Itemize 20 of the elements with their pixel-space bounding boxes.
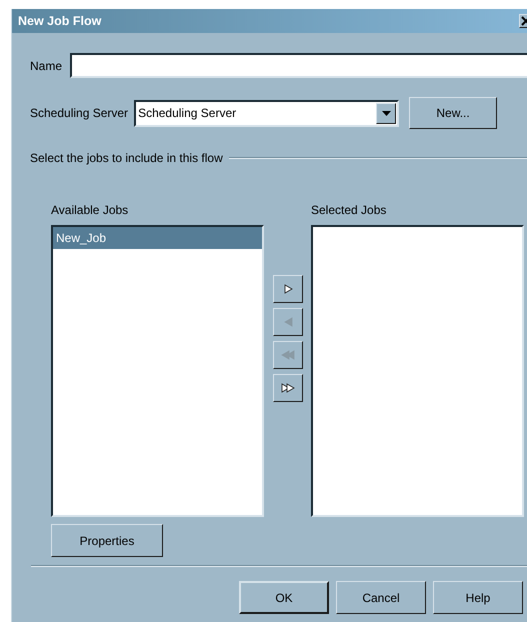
caret-icon (382, 110, 391, 116)
scheduling-server-label: Scheduling Server (30, 106, 128, 120)
dialog-button[interactable]: Cancel (336, 581, 426, 614)
add-all-button[interactable] (272, 374, 302, 402)
available-jobs-list[interactable]: New_Job (51, 225, 264, 517)
group-title: Select the jobs to include in this flow (30, 151, 223, 165)
scheduling-server-dropdown[interactable]: Scheduling Server (134, 100, 400, 126)
dropdown-button[interactable] (376, 102, 396, 124)
selected-jobs-label: Selected Jobs (311, 203, 388, 217)
properties-button[interactable]: Properties (51, 524, 163, 557)
add-button[interactable] (272, 275, 302, 303)
dialog-button[interactable]: OK (239, 581, 329, 614)
new-button[interactable]: New... (409, 97, 498, 129)
name-field[interactable] (70, 53, 527, 78)
window-title: New Job Flow (18, 14, 102, 28)
dropdown-value: Scheduling Server (137, 106, 238, 120)
name-label: Name (30, 58, 62, 72)
dialog-button[interactable]: Help (433, 581, 523, 614)
list-item[interactable]: New_Job (53, 227, 262, 249)
available-jobs-label: Available Jobs (51, 203, 130, 217)
